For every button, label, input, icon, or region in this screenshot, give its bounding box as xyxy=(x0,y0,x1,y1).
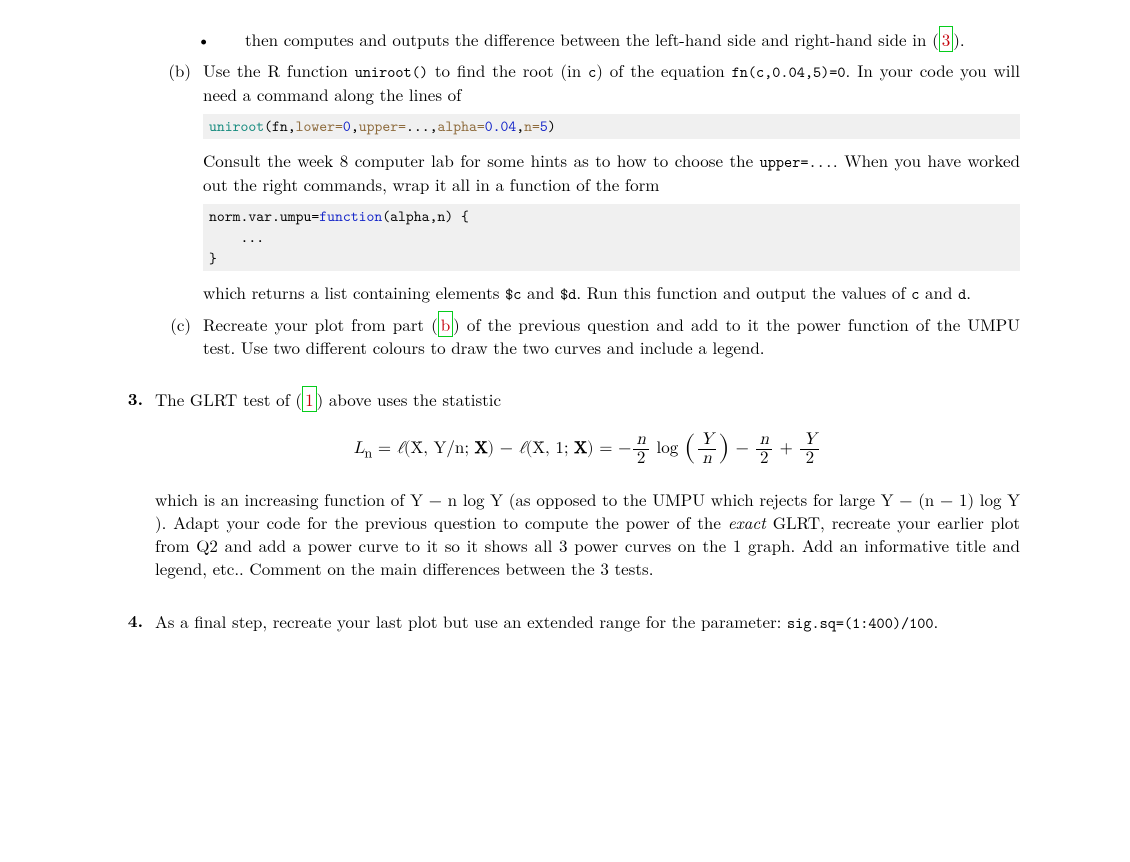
math-op: − xyxy=(730,440,755,457)
code: (alpha,n) { xyxy=(382,206,469,226)
part-label: (b) xyxy=(143,59,203,313)
ref-link-3[interactable]: 3 xyxy=(939,26,954,52)
code-num: 0 xyxy=(343,116,351,136)
ref-link-1[interactable]: 1 xyxy=(302,386,317,412)
code-arg: upper= xyxy=(359,116,406,136)
text: then computes and outputs the difference… xyxy=(245,27,939,51)
code-block-fn: norm.var.umpu=function(alpha,n) { ... } xyxy=(203,204,1020,271)
math-op: = xyxy=(372,440,397,457)
code: , xyxy=(516,116,524,136)
q3-p1: The GLRT test of (1) above uses the stat… xyxy=(155,388,1020,411)
math-sym: ℓ xyxy=(397,440,404,457)
text: to find the root (in xyxy=(428,58,588,82)
bullet-item: • then computes and outputs the differen… xyxy=(185,28,1020,59)
text: ). xyxy=(953,27,964,51)
math-bold: X xyxy=(574,440,587,457)
text: Use the R function xyxy=(203,58,355,82)
text: . xyxy=(966,280,971,304)
code-arg: n= xyxy=(524,116,540,136)
part-c: (c) Recreate your plot from part (b) of … xyxy=(143,313,1020,367)
frac-num: n xyxy=(633,431,648,450)
code-kw: function xyxy=(319,206,382,226)
part-b-p1: Use the R function uniroot() to find the… xyxy=(203,59,1020,106)
code: ) xyxy=(548,116,556,136)
code: norm.var.umpu= xyxy=(209,206,319,226)
text: and xyxy=(919,280,958,304)
math-args: (X̄, Y/n; xyxy=(404,440,475,457)
bullet-text: then computes and outputs the difference… xyxy=(245,28,1020,51)
part-b: (b) Use the R function uniroot() to find… xyxy=(143,59,1020,313)
part-b-p3: which returns a list containing elements… xyxy=(203,281,1020,305)
question-3: 3. The GLRT test of (1) above uses the s… xyxy=(95,388,1020,587)
code-inline: $c xyxy=(505,283,521,304)
code: } xyxy=(209,248,1014,269)
question-label: 3. xyxy=(95,388,155,587)
emph: exact xyxy=(728,510,766,534)
text: The GLRT test of ( xyxy=(155,387,302,411)
text: and xyxy=(521,280,560,304)
text: Consult the week 8 computer lab for some… xyxy=(203,148,760,172)
question-4: 4. As a final step, recreate your last p… xyxy=(95,610,1020,642)
code-inline: uniroot() xyxy=(355,61,428,82)
part-label: (c) xyxy=(143,313,203,367)
code-block-uniroot: uniroot(fn,lower=0,upper=...,alpha=0.04,… xyxy=(203,114,1020,139)
math-bold: X xyxy=(475,440,488,457)
frac-den: 2 xyxy=(800,450,819,468)
part-b-p2: Consult the week 8 computer lab for some… xyxy=(203,149,1020,196)
frac-num: n xyxy=(756,431,771,450)
math-op: + xyxy=(774,440,799,457)
math-sym: ℓ xyxy=(519,440,526,457)
code-arg: lower= xyxy=(296,116,343,136)
equation-Ln: Ln = ℓ(X̄, Y/n; X) − ℓ(X̄, 1; X) = −n2 l… xyxy=(155,429,1020,470)
question-label: 4. xyxy=(95,610,155,642)
code-inline: d xyxy=(958,283,966,304)
text: . Run this function and output the value… xyxy=(576,280,911,304)
frac-den: n xyxy=(698,450,717,468)
text: which returns a list containing elements xyxy=(203,280,505,304)
document-page: • then computes and outputs the differen… xyxy=(0,0,1130,862)
text: . xyxy=(934,609,939,633)
math-args: ) − xyxy=(487,440,518,457)
text: ) of the equation xyxy=(596,58,731,82)
math-sym: L xyxy=(354,440,365,457)
math-args: ) = − xyxy=(587,440,631,457)
frac-den: 2 xyxy=(756,450,771,468)
frac-den: 2 xyxy=(633,450,648,468)
frac-num: Y xyxy=(698,431,717,450)
code-num: 0.04 xyxy=(485,116,517,136)
code-inline: $d xyxy=(560,283,576,304)
frac-num: Y xyxy=(800,431,819,450)
code: (fn, xyxy=(264,116,296,136)
code: , xyxy=(351,116,359,136)
text: As a final step, recreate your last plot… xyxy=(155,609,787,633)
math-args: (X̄, 1; xyxy=(526,440,575,457)
q3-p2: which is an increasing function of Y − n… xyxy=(155,488,1020,580)
bullet-marker: • xyxy=(185,28,245,59)
code: ... xyxy=(209,227,1014,248)
code-inline: fn(c,0.04,5)=0 xyxy=(732,61,846,82)
ref-link-b[interactable]: b xyxy=(438,311,453,337)
text: Recreate your plot from part ( xyxy=(203,312,438,336)
part-c-p1: Recreate your plot from part (b) of the … xyxy=(203,313,1020,359)
code-inline: upper=... xyxy=(760,151,833,172)
q4-p1: As a final step, recreate your last plot… xyxy=(155,610,1020,634)
math-fn: log xyxy=(651,440,684,457)
code-fn: uniroot xyxy=(209,116,264,136)
text: ) above uses the statistic xyxy=(317,387,502,411)
code-num: 5 xyxy=(540,116,548,136)
code-arg: alpha= xyxy=(437,116,484,136)
code-inline: sig.sq=(1:400)/100 xyxy=(787,612,933,633)
code: ..., xyxy=(406,116,438,136)
